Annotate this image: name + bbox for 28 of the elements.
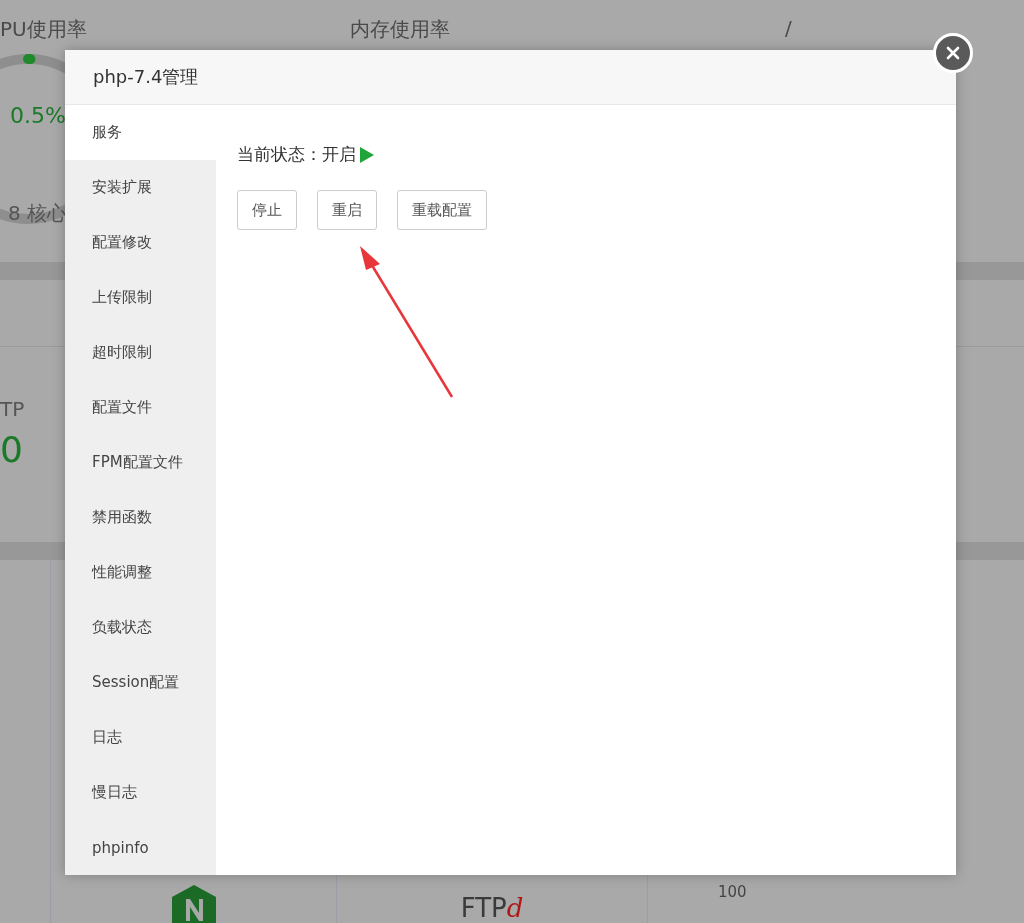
dialog-title: php-7.4管理 <box>93 65 199 89</box>
gauge-title: PU使用率 <box>0 16 88 43</box>
stat-title: TP <box>0 397 26 421</box>
sidebar-tab[interactable]: 配置修改 <box>65 215 216 270</box>
sidebar-tab[interactable]: 服务 <box>65 105 216 160</box>
sidebar-tab[interactable]: 禁用函数 <box>65 490 216 545</box>
sidebar-tab[interactable]: 安装扩展 <box>65 160 216 215</box>
sidebar-tab[interactable]: 负载状态 <box>65 600 216 655</box>
sidebar-tab[interactable]: 日志 <box>65 710 216 765</box>
sidebar-tab[interactable]: FPM配置文件 <box>65 435 216 490</box>
gauge-value: 0.5% <box>10 103 66 128</box>
gauge-title: / <box>785 16 793 40</box>
action-button[interactable]: 重载配置 <box>397 190 487 230</box>
sidebar-tab[interactable]: 超时限制 <box>65 325 216 380</box>
axis-tick: 100 <box>718 883 747 901</box>
gauge-title: 内存使用率 <box>350 16 451 43</box>
status-text: 当前状态：开启 <box>237 143 356 166</box>
sidebar-tab[interactable]: 性能调整 <box>65 545 216 600</box>
sidebar-tab[interactable]: 慢日志 <box>65 765 216 820</box>
action-button[interactable]: 停止 <box>237 190 297 230</box>
sidebar-tab[interactable]: Session配置 <box>65 655 216 710</box>
ftp-logo: FTPd <box>460 893 524 923</box>
stat-value: 0 <box>0 429 24 470</box>
sidebar-tab[interactable]: 上传限制 <box>65 270 216 325</box>
gauge-caption: 8 核心 <box>8 200 68 227</box>
action-button[interactable]: 重启 <box>317 190 377 230</box>
sidebar-tab[interactable]: phpinfo <box>65 820 216 875</box>
sidebar-tab[interactable]: 配置文件 <box>65 380 216 435</box>
